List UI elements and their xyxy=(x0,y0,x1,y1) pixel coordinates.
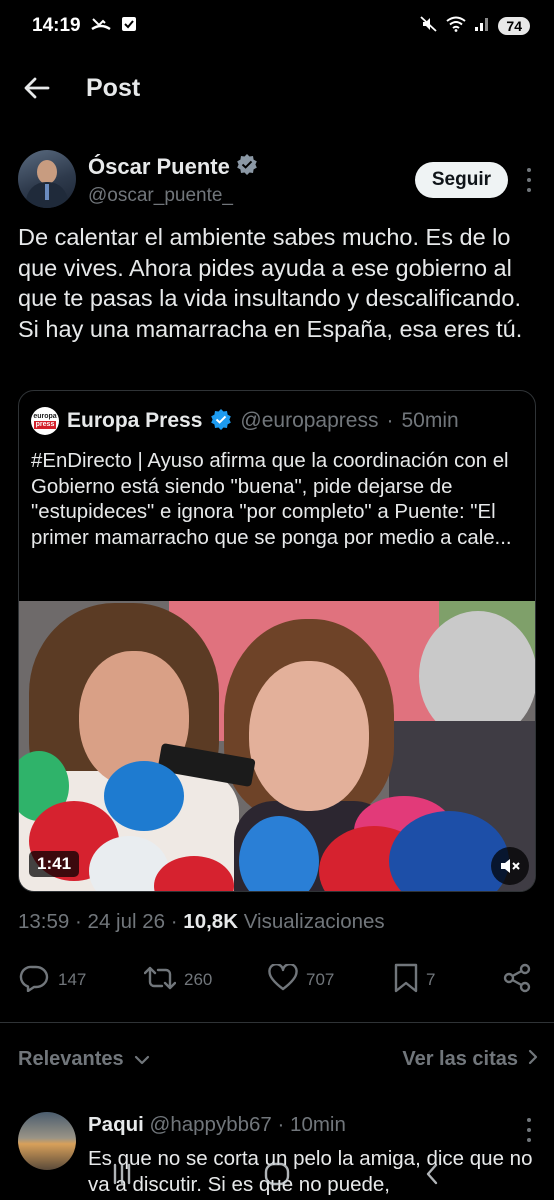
view-quotes-label: Ver las citas xyxy=(402,1047,518,1070)
system-navigation-bar xyxy=(0,1148,554,1200)
reply-author-handle: @happybb67 xyxy=(149,1113,272,1136)
author-handle[interactable]: @oscar_puente_ xyxy=(88,185,258,207)
view-quotes-link[interactable]: Ver las citas xyxy=(402,1048,538,1071)
page-title: Post xyxy=(86,73,141,102)
status-time: 14:19 xyxy=(32,15,81,36)
reply-count: 147 xyxy=(58,970,87,989)
reply-more-options-icon[interactable] xyxy=(520,1118,538,1142)
like-count: 707 xyxy=(306,970,335,989)
back-arrow-icon[interactable] xyxy=(22,68,62,108)
bookmark-icon xyxy=(394,963,418,998)
heart-icon xyxy=(268,963,298,996)
follow-button[interactable]: Seguir xyxy=(414,162,508,198)
bookmark-button[interactable]: 7 xyxy=(394,960,435,1000)
battery-indicator: 74 xyxy=(498,17,530,35)
quoted-author-name: Europa Press xyxy=(67,409,203,432)
repost-icon xyxy=(143,965,177,996)
views-count: 10,8K xyxy=(183,910,239,933)
quoted-post-text: #EnDirecto | Ayuso afirma que la coordin… xyxy=(31,450,512,549)
like-button[interactable]: 707 xyxy=(268,960,334,1000)
quoted-post-card[interactable]: europa press Europa Press @europapress ·… xyxy=(18,390,536,892)
replies-sort-row: Relevantes Ver las citas xyxy=(18,1040,538,1078)
divider xyxy=(0,1022,554,1023)
quoted-author-handle: @europapress xyxy=(240,409,379,432)
wifi-icon xyxy=(446,16,467,36)
sort-label: Relevantes xyxy=(18,1047,124,1070)
repost-count: 260 xyxy=(184,970,213,989)
reply-button[interactable]: 147 xyxy=(18,960,86,1000)
quoted-time: 50min xyxy=(401,409,459,432)
chevron-right-icon xyxy=(528,1048,538,1071)
reply-author-name[interactable]: Paqui xyxy=(88,1113,144,1136)
home-icon[interactable] xyxy=(257,1154,297,1194)
quoted-separator: · xyxy=(386,409,394,432)
share-button[interactable] xyxy=(502,960,532,1000)
video-duration: 1:41 xyxy=(29,851,80,877)
post-time: 13:59 xyxy=(18,910,70,933)
mute-status-icon xyxy=(420,16,438,36)
mute-video-icon[interactable] xyxy=(491,847,529,885)
author-name[interactable]: Óscar Puente xyxy=(88,154,230,180)
quoted-video[interactable]: 1:41 xyxy=(19,601,535,891)
verified-badge-icon xyxy=(236,153,258,181)
post-date: 24 jul 26 xyxy=(87,910,166,933)
europa-press-logo: europa press xyxy=(31,407,59,435)
post-meta: 13:59 · 24 jul 26 · 10,8K Visualizacione… xyxy=(18,910,385,933)
share-icon xyxy=(502,963,532,998)
post-actions: 147 260 707 7 xyxy=(18,960,538,1000)
missed-call-icon xyxy=(90,17,111,35)
status-bar: 14:19 74 xyxy=(0,0,554,52)
post-author-row: Óscar Puente @oscar_puente_ Seguir xyxy=(18,150,538,212)
quoted-verified-badge-icon xyxy=(210,408,232,435)
author-avatar[interactable] xyxy=(18,150,76,208)
nav-back-icon[interactable] xyxy=(412,1154,452,1194)
signal-icon xyxy=(474,16,490,36)
post-text: De calentar el ambiente sabes mucho. Es … xyxy=(18,224,523,342)
sort-dropdown[interactable]: Relevantes xyxy=(18,1048,150,1071)
chevron-down-icon xyxy=(134,1048,150,1071)
reply-time: 10min xyxy=(290,1113,346,1136)
recent-apps-icon[interactable] xyxy=(102,1154,142,1194)
more-options-icon[interactable] xyxy=(520,168,538,192)
check-notification-icon xyxy=(121,16,137,36)
author-name-row[interactable]: Óscar Puente xyxy=(88,153,258,181)
views-label: Visualizaciones xyxy=(243,910,385,933)
bookmark-count: 7 xyxy=(426,970,436,989)
top-app-bar: Post xyxy=(0,56,554,120)
repost-button[interactable]: 260 xyxy=(143,960,213,1000)
reply-icon xyxy=(18,964,50,997)
